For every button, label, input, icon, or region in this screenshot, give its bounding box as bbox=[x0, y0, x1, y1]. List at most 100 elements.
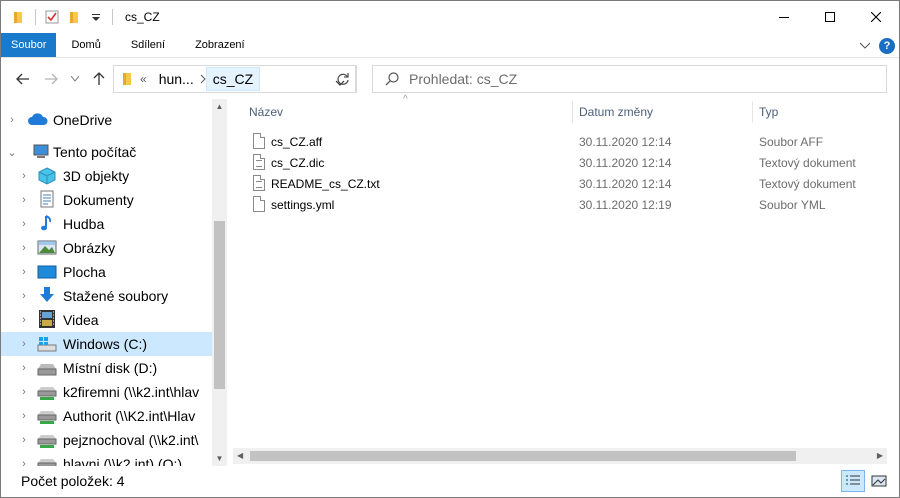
scroll-right-arrow-icon[interactable]: ▶ bbox=[877, 451, 883, 460]
tree-item-label: Hudba bbox=[63, 216, 105, 232]
file-row[interactable]: cs_CZ.aff 30.11.2020 12:14 Soubor AFF bbox=[249, 131, 889, 152]
window-title: cs_CZ bbox=[125, 10, 160, 24]
pictures-icon bbox=[37, 239, 57, 257]
network-drive-icon bbox=[37, 383, 57, 401]
arrow-left-icon bbox=[16, 73, 29, 85]
ribbon-right-controls: ? bbox=[859, 33, 895, 58]
file-row[interactable]: cs_CZ.dic 30.11.2020 12:14 Textový dokum… bbox=[249, 152, 889, 173]
breadcrumb-item[interactable]: hun... bbox=[153, 66, 200, 92]
text-file-icon bbox=[253, 154, 265, 170]
file-row[interactable]: settings.yml 30.11.2020 12:19 Soubor YML bbox=[249, 194, 889, 215]
tree-item-network-hlavni[interactable]: › hlavni (\\k2.int) (Q:) bbox=[1, 452, 212, 466]
minimize-button[interactable] bbox=[761, 1, 807, 33]
arrow-right-icon bbox=[45, 73, 58, 85]
expand-chevron-icon[interactable]: › bbox=[19, 380, 29, 404]
tree-item-label: Videa bbox=[63, 312, 99, 328]
expand-chevron-icon[interactable]: › bbox=[19, 332, 29, 356]
customize-toolbar-icon[interactable] bbox=[88, 9, 104, 25]
tree-item-local-disk-d[interactable]: › Místní disk (D:) bbox=[1, 356, 212, 380]
expand-chevron-icon[interactable]: › bbox=[19, 236, 29, 260]
tree-item-label: 3D objekty bbox=[63, 168, 130, 184]
file-name: cs_CZ.dic bbox=[271, 156, 325, 170]
breadcrumb: « hun... cs_CZ bbox=[134, 66, 261, 92]
expand-chevron-icon[interactable]: › bbox=[19, 212, 29, 236]
chevron-down-icon bbox=[859, 42, 871, 49]
column-header-date[interactable]: Datum změny bbox=[579, 99, 749, 125]
back-button[interactable] bbox=[11, 67, 35, 91]
expand-chevron-icon[interactable]: › bbox=[19, 356, 29, 380]
close-button[interactable] bbox=[853, 1, 899, 33]
tree-item-label: Stažené soubory bbox=[63, 288, 169, 304]
window-controls bbox=[761, 1, 899, 33]
tree-item-onedrive[interactable]: › OneDrive bbox=[1, 108, 212, 132]
scroll-left-arrow-icon[interactable]: ◀ bbox=[237, 451, 243, 460]
file-list-horizontal-scrollbar[interactable]: ◀ ▶ bbox=[233, 448, 887, 464]
expand-chevron-icon[interactable]: › bbox=[19, 188, 29, 212]
tree-item-desktop[interactable]: › Plocha bbox=[1, 260, 212, 284]
network-drive-icon bbox=[37, 431, 57, 449]
explorer-window: cs_CZ Soubor Domů Sdílení Zobrazení ? « … bbox=[0, 0, 900, 498]
new-folder-icon[interactable] bbox=[66, 9, 82, 25]
collapse-chevron-icon[interactable]: ⌄ bbox=[7, 140, 17, 164]
expand-chevron-icon[interactable]: › bbox=[19, 404, 29, 428]
expand-chevron-icon[interactable]: › bbox=[19, 164, 29, 188]
navigation-pane-scrollbar[interactable]: ▲ ▼ bbox=[212, 99, 227, 466]
scrollbar-thumb[interactable] bbox=[250, 451, 796, 461]
large-icons-view-icon bbox=[871, 475, 887, 487]
help-button[interactable]: ? bbox=[879, 37, 895, 54]
properties-icon[interactable] bbox=[44, 9, 60, 25]
tree-item-label: k2firemni (\\k2.int\hlav bbox=[63, 384, 200, 400]
title-bar: cs_CZ bbox=[1, 1, 899, 33]
file-row[interactable]: README_cs_CZ.txt 30.11.2020 12:14 Textov… bbox=[249, 173, 889, 194]
column-divider[interactable] bbox=[752, 101, 753, 123]
maximize-button[interactable] bbox=[807, 1, 853, 33]
column-header-name[interactable]: Název bbox=[249, 99, 569, 125]
drive-icon bbox=[37, 359, 57, 377]
search-field[interactable]: Prohledat: cs_CZ bbox=[372, 65, 887, 93]
expand-chevron-icon[interactable]: › bbox=[19, 452, 29, 466]
tree-item-label: Místní disk (D:) bbox=[63, 360, 158, 376]
expand-chevron-icon[interactable]: › bbox=[19, 260, 29, 284]
tree-item-network-pejznochoval[interactable]: › pejznochoval (\\k2.int\ bbox=[1, 428, 212, 452]
expand-ribbon-button[interactable] bbox=[859, 39, 871, 53]
tab-view[interactable]: Zobrazení bbox=[180, 33, 260, 57]
expand-chevron-icon[interactable]: › bbox=[19, 428, 29, 452]
tree-item-documents[interactable]: › Dokumenty bbox=[1, 188, 212, 212]
search-placeholder: Prohledat: cs_CZ bbox=[409, 71, 518, 87]
tree-item-music[interactable]: › Hudba bbox=[1, 212, 212, 236]
scroll-up-arrow-icon[interactable]: ▲ bbox=[212, 99, 227, 114]
forward-button[interactable] bbox=[39, 67, 63, 91]
large-icons-view-button[interactable] bbox=[867, 470, 891, 492]
details-view-button[interactable] bbox=[841, 470, 865, 492]
tree-item-label: Windows (C:) bbox=[63, 336, 148, 352]
tab-home[interactable]: Domů bbox=[56, 33, 115, 57]
up-button[interactable] bbox=[87, 67, 111, 91]
scrollbar-thumb[interactable] bbox=[214, 221, 225, 389]
breadcrumb-overflow[interactable]: « bbox=[134, 66, 153, 92]
tab-file[interactable]: Soubor bbox=[1, 33, 57, 57]
address-bar[interactable]: « hun... cs_CZ bbox=[113, 65, 356, 93]
tree-item-videos[interactable]: › Videa bbox=[1, 308, 212, 332]
refresh-button[interactable] bbox=[329, 65, 357, 93]
windows-drive-icon bbox=[37, 335, 57, 353]
tree-item-network-k2firemni[interactable]: › k2firemni (\\k2.int\hlav bbox=[1, 380, 212, 404]
music-note-icon bbox=[37, 214, 57, 232]
expand-chevron-icon[interactable]: › bbox=[19, 308, 29, 332]
maximize-icon bbox=[825, 12, 835, 22]
expand-chevron-icon[interactable]: › bbox=[19, 284, 29, 308]
expand-chevron-icon[interactable]: › bbox=[7, 108, 17, 132]
tree-item-downloads[interactable]: › Stažené soubory bbox=[1, 284, 212, 308]
scroll-down-arrow-icon[interactable]: ▼ bbox=[212, 451, 227, 466]
column-divider[interactable] bbox=[572, 101, 573, 123]
breadcrumb-item-current[interactable]: cs_CZ bbox=[205, 67, 261, 91]
tab-share[interactable]: Sdílení bbox=[116, 33, 180, 57]
tree-item-pictures[interactable]: › Obrázky bbox=[1, 236, 212, 260]
navigation-pane: › OneDrive ⌄ Tento počítač › 3D objekty … bbox=[1, 99, 227, 466]
tree-item-3d-objects[interactable]: › 3D objekty bbox=[1, 164, 212, 188]
tree-item-this-pc[interactable]: ⌄ Tento počítač bbox=[1, 140, 212, 164]
file-type: Soubor YML bbox=[759, 198, 826, 212]
column-header-type[interactable]: Typ bbox=[759, 99, 889, 125]
tree-item-network-authorit[interactable]: › Authorit (\\K2.int\Hlav bbox=[1, 404, 212, 428]
recent-locations-button[interactable] bbox=[63, 67, 87, 91]
tree-item-windows-c[interactable]: › Windows (C:) bbox=[1, 332, 212, 356]
